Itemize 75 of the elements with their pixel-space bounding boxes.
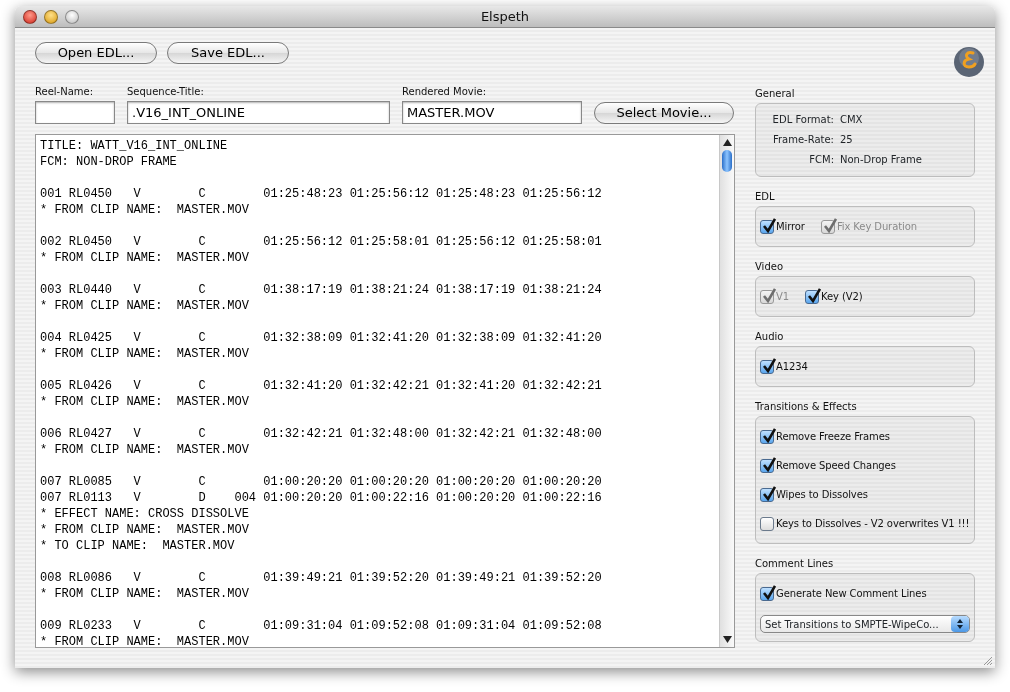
checkbox-label: Key (V2) [821,290,863,304]
logo-icon [953,46,985,78]
edl-line: * FROM CLIP NAME: MASTER.MOV [40,522,250,538]
info-label: Frame-Rate: [771,133,834,147]
checkbox[interactable] [760,359,774,374]
reel-name-field[interactable] [35,101,115,124]
info-value: CMX [840,113,863,127]
edl-line: * FROM CLIP NAME: MASTER.MOV [40,202,250,218]
checkbox-label: Fix Key Duration [836,220,917,234]
checkbox[interactable] [760,586,774,601]
dropdown-arrows-icon [951,616,969,632]
edl-line: * FROM CLIP NAME: MASTER.MOV [40,394,250,410]
edl-line: 005 RL0426 V C 01:32:41:20 01:32:42:21 01:32:41:20 01:32:42:21 [40,378,603,394]
edl-line: * FROM CLIP NAME: MASTER.MOV [40,298,250,314]
checkbox[interactable] [760,458,774,473]
scroll-down-icon[interactable] [723,636,732,643]
group-title: Video [755,260,785,274]
select-movie-button[interactable]: Select Movie... [594,102,734,124]
edl-line: TITLE: WATT_V16_INT_ONLINE [40,138,229,154]
edl-line: FCM: NON-DROP FRAME [40,154,178,170]
minimize-button[interactable] [44,10,58,24]
edl-line: * FROM CLIP NAME: MASTER.MOV [40,634,250,647]
edl-line: 002 RL0450 V C 01:25:56:12 01:25:58:01 01:25:56:12 01:25:58:01 [40,234,603,250]
checkbox[interactable] [760,429,774,444]
group-title: Comment Lines [755,557,835,571]
edl-line: * FROM CLIP NAME: MASTER.MOV [40,346,250,362]
edl-line: 007 RL0085 V C 01:00:20:20 01:00:20:20 01:00:20:20 01:00:20:20 [40,474,603,490]
field-label: Rendered Movie: [402,86,488,98]
info-value: 25 [840,133,853,147]
window-title: Elspeth [480,9,530,24]
group-title: General [755,87,796,101]
edl-line: 007 RL0113 V D 004 01:00:20:20 01:00:22:16 01:00:20:20 01:00:22:16 [40,490,603,506]
edl-line: 009 RL0233 V C 01:09:31:04 01:09:52:08 01:09:31:04 01:09:52:08 [40,618,603,634]
scroll-up-icon[interactable] [723,139,732,146]
info-label: FCM: [808,153,834,167]
edl-line: * FROM CLIP NAME: MASTER.MOV [40,442,250,458]
checkbox-label: A1234 [776,360,808,374]
close-button[interactable] [23,10,37,24]
toolbar-button[interactable]: Open EDL... [35,42,157,64]
scroll-thumb[interactable] [722,150,732,172]
edl-line: * EFFECT NAME: CROSS DISSOLVE [40,506,250,522]
edl-line: * FROM CLIP NAME: MASTER.MOV [40,250,250,266]
checkbox-label: V1 [776,290,789,304]
edl-line: 008 RL0086 V C 01:39:49:21 01:39:52:20 01:39:49:21 01:39:52:20 [40,570,603,586]
edl-line: * FROM CLIP NAME: MASTER.MOV [40,586,250,602]
checkbox-label: Generate New Comment Lines [776,587,927,601]
transitions-dropdown[interactable]: Set Transitions to SMPTE-WipeCo... [760,615,970,633]
field-label: Reel-Name: [35,86,95,98]
checkbox[interactable] [760,487,774,502]
checkbox[interactable] [760,219,774,234]
scrollbar[interactable] [719,135,734,647]
edl-text-area[interactable] [35,134,735,648]
rendered-movie-field[interactable]: MASTER.MOV [402,101,582,124]
checkbox-label: Keys to Dissolves - V2 overwrites V1 !!! [776,517,970,531]
resize-grip-icon[interactable] [981,654,993,666]
edl-line: 001 RL0450 V C 01:25:48:23 01:25:56:12 01:25:48:23 01:25:56:12 [40,186,603,202]
checkbox-label: Remove Speed Changes [776,459,896,473]
checkbox[interactable] [760,516,774,531]
group-title: EDL [755,190,776,204]
checkbox-label: Mirror [776,220,805,234]
info-value: Non-Drop Frame [840,153,922,167]
sequence-title-field[interactable]: .V16_INT_ONLINE [127,101,390,124]
group-title: Audio [755,330,785,344]
checkbox[interactable] [805,289,819,304]
edl-line: * TO CLIP NAME: MASTER.MOV [40,538,236,554]
edl-line: 004 RL0425 V C 01:32:38:09 01:32:41:20 01:32:38:09 01:32:41:20 [40,330,603,346]
group-title: Transitions & Effects [755,400,858,414]
edl-line: 003 RL0440 V C 01:38:17:19 01:38:21:24 01:38:17:19 01:38:21:24 [40,282,603,298]
edl-line: 006 RL0427 V C 01:32:42:21 01:32:48:00 01:32:42:21 01:32:48:00 [40,426,603,442]
checkbox-label: Remove Freeze Frames [776,430,890,444]
field-label: Sequence-Title: [127,86,205,98]
info-label: EDL Format: [771,113,834,127]
zoom-button[interactable] [65,10,79,24]
checkbox-label: Wipes to Dissolves [776,488,868,502]
toolbar-button[interactable]: Save EDL... [167,42,289,64]
